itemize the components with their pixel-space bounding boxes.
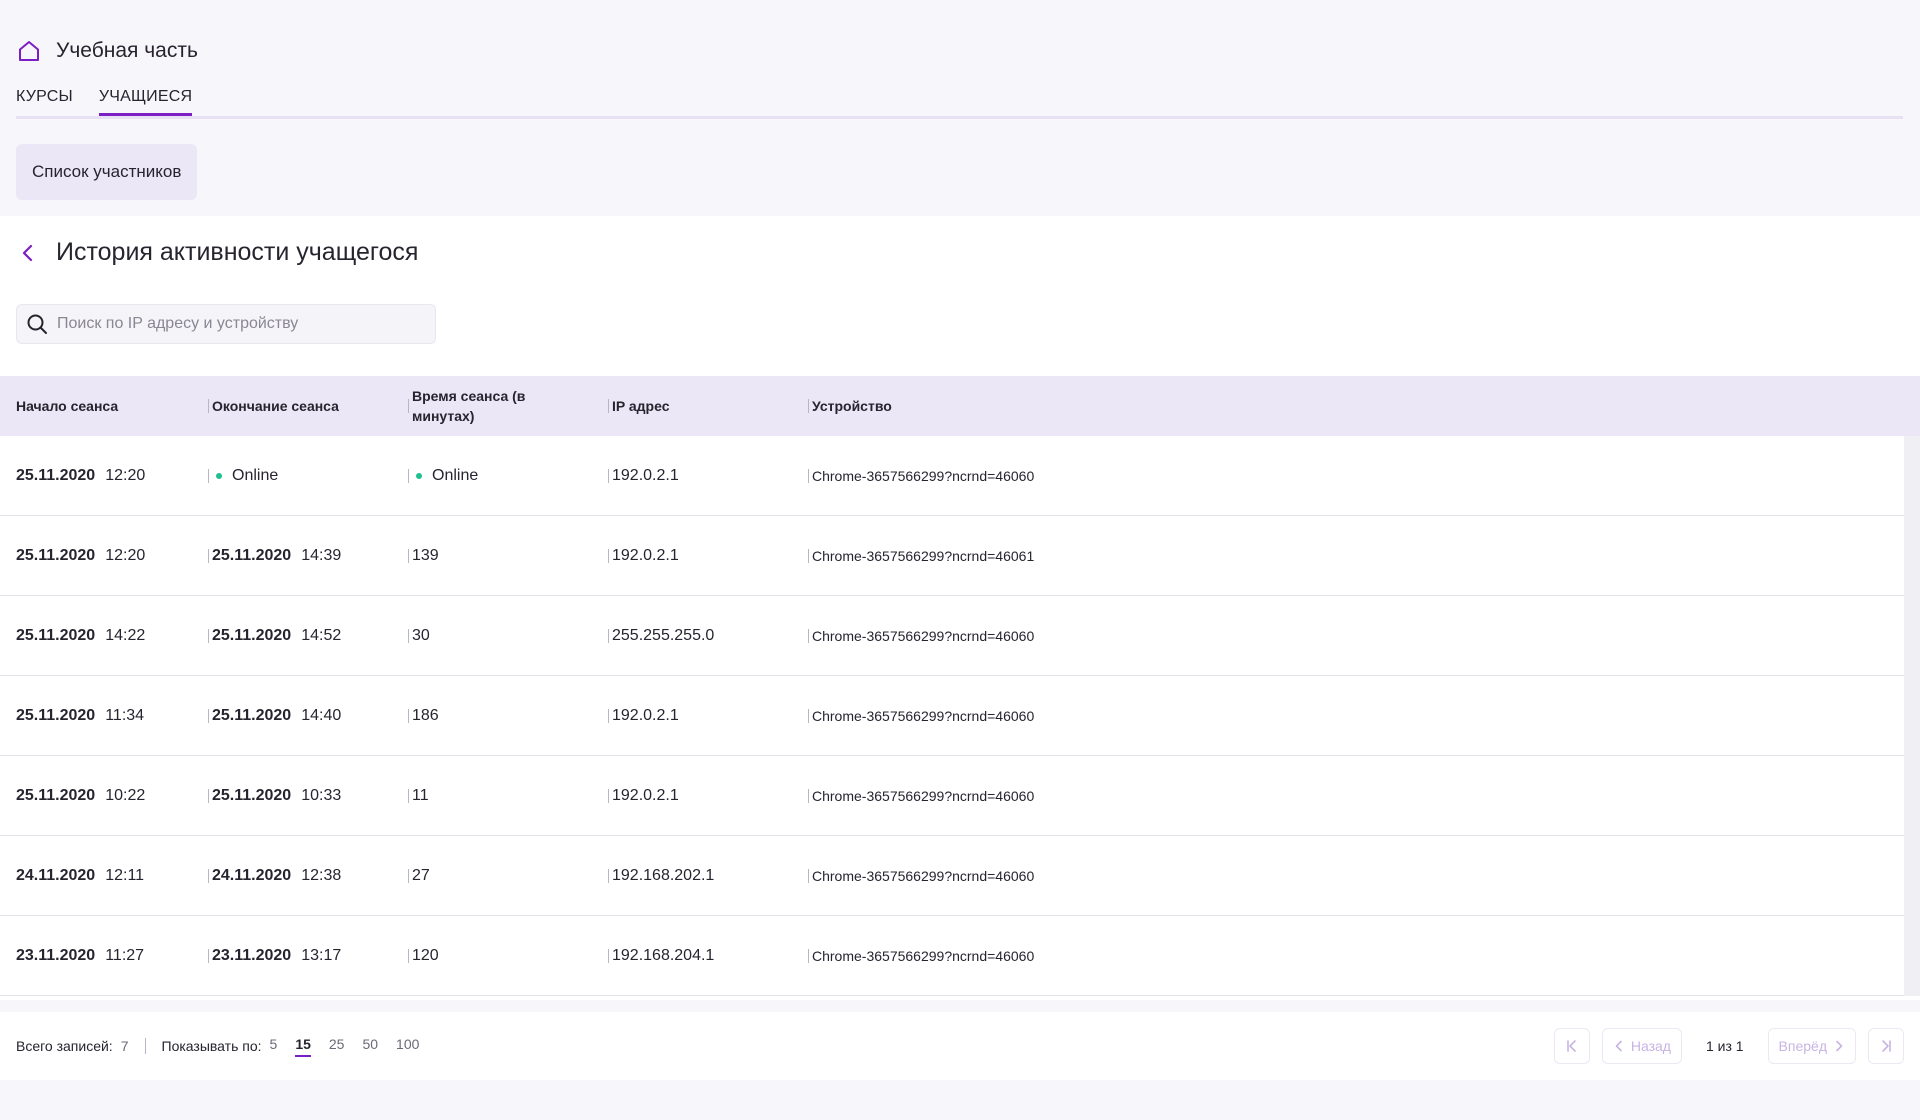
duration-cell: 120 — [400, 916, 600, 996]
table-row[interactable]: 25.11.2020 12:20 25.11.2020 14:39 139 192.… — [0, 516, 1904, 596]
column-header-duration[interactable]: Время сеанса (в минутах) — [400, 376, 600, 436]
table-row[interactable]: 25.11.2020 14:22 25.11.2020 14:52 30 255.2… — [0, 596, 1904, 676]
online-status-dot — [216, 472, 222, 479]
page-size-options: 5 15 25 50 100 — [270, 1036, 438, 1057]
pagination: Назад 1 из 1 Вперёд — [1542, 1012, 1904, 1080]
device-cell: Chrome-3657566299?ncrnd=46060 — [800, 836, 1904, 916]
start-cell: 25.11.2020 12:20 — [16, 546, 146, 564]
next-label: Вперёд — [1778, 1038, 1827, 1054]
end-cell: 25.11.2020 10:33 — [200, 756, 400, 836]
search-input[interactable] — [57, 315, 417, 333]
end-cell: 23.11.2020 13:17 — [200, 916, 400, 996]
duration-cell: 30 — [400, 596, 600, 676]
footer-summary: Всего записей: 7 Показывать по: 5 15 25 … — [16, 1012, 437, 1080]
ip-cell: 192.0.2.1 — [600, 756, 800, 836]
search-icon — [25, 312, 49, 336]
last-page-button[interactable] — [1868, 1028, 1904, 1064]
start-cell: 25.11.2020 10:22 — [16, 786, 146, 804]
top-section: Учебная часть КУРСЫ УЧАЩИЕСЯ Список учас… — [0, 0, 1920, 216]
duration-cell: 27 — [400, 836, 600, 916]
column-header-device[interactable]: Устройство — [800, 376, 1920, 436]
column-header-end[interactable]: Окончание сеанса — [200, 376, 400, 436]
prev-label: Назад — [1630, 1038, 1671, 1054]
start-cell: 23.11.2020 11:27 — [16, 946, 145, 964]
total-value: 7 — [120, 1038, 129, 1054]
device-cell: Chrome-3657566299?ncrnd=46060 — [800, 596, 1904, 676]
table-header: Начало сеанса Окончание сеанса Время сеа… — [0, 376, 1920, 436]
duration-cell: 139 — [400, 516, 600, 596]
page-header: История активности учащегося — [16, 238, 418, 267]
device-cell: Chrome-3657566299?ncrnd=46060 — [800, 436, 1904, 516]
page-size-option[interactable]: 25 — [329, 1036, 345, 1057]
page-size-option[interactable]: 50 — [362, 1036, 378, 1057]
device-cell: Chrome-3657566299?ncrnd=46061 — [800, 516, 1904, 596]
start-cell: 25.11.2020 14:22 — [16, 626, 146, 644]
table-scrollbar[interactable] — [1904, 436, 1920, 996]
end-cell: 25.11.2020 14:52 — [200, 596, 400, 676]
end-cell: Online — [200, 436, 400, 516]
tab-students[interactable]: УЧАЩИЕСЯ — [98, 88, 193, 116]
footer-divider — [144, 1038, 146, 1054]
search-box — [16, 304, 436, 344]
column-header-ip[interactable]: IP адрес — [600, 376, 800, 436]
page-size-option[interactable]: 100 — [396, 1036, 419, 1057]
column-header-start[interactable]: Начало сеанса — [0, 376, 200, 436]
ip-cell: 192.168.204.1 — [600, 916, 800, 996]
tabs-divider — [16, 116, 1903, 119]
first-page-icon — [1567, 1040, 1576, 1052]
last-page-icon — [1882, 1040, 1891, 1052]
home-icon[interactable] — [16, 38, 42, 64]
table-row[interactable]: 25.11.2020 11:34 25.11.2020 14:40 186 192.… — [0, 676, 1904, 756]
page-size-option[interactable]: 5 — [270, 1036, 278, 1057]
app-header: Учебная часть — [16, 38, 198, 64]
app-title: Учебная часть — [56, 39, 198, 62]
duration-cell: 11 — [400, 756, 600, 836]
device-cell: Chrome-3657566299?ncrnd=46060 — [800, 676, 1904, 756]
start-cell: 25.11.2020 11:34 — [16, 706, 145, 724]
page-size-option[interactable]: 15 — [295, 1036, 311, 1057]
table-body: 25.11.2020 12:20 Online Online 192.0.2.1 … — [0, 436, 1920, 996]
ip-cell: 192.168.202.1 — [600, 836, 800, 916]
ip-cell: 192.0.2.1 — [600, 676, 800, 756]
device-cell: Chrome-3657566299?ncrnd=46060 — [800, 916, 1904, 996]
end-cell: 25.11.2020 14:39 — [200, 516, 400, 596]
ip-cell: 192.0.2.1 — [600, 436, 800, 516]
table-row[interactable]: 24.11.2020 12:11 24.11.2020 12:38 27 192.1… — [0, 836, 1904, 916]
tab-bar: КУРСЫ УЧАЩИЕСЯ — [16, 88, 218, 116]
prev-page-button[interactable]: Назад — [1601, 1028, 1682, 1064]
total-label: Всего записей: — [16, 1038, 113, 1054]
table-row[interactable]: 25.11.2020 10:22 25.11.2020 10:33 11 192.0… — [0, 756, 1904, 836]
duration-cell: Online — [400, 436, 600, 516]
start-cell: 25.11.2020 12:20 — [16, 466, 146, 484]
device-cell: Chrome-3657566299?ncrnd=46060 — [800, 756, 1904, 836]
chevron-left-icon — [1615, 1040, 1622, 1052]
main-panel: История активности учащегося Начало сеан… — [0, 216, 1920, 1000]
page-info: 1 из 1 — [1705, 1038, 1744, 1054]
chevron-left-icon[interactable] — [16, 241, 40, 265]
end-cell: 25.11.2020 14:40 — [200, 676, 400, 756]
page-title: История активности учащегося — [56, 238, 419, 266]
ip-cell: 192.0.2.1 — [600, 516, 800, 596]
ip-cell: 255.255.255.0 — [600, 596, 800, 676]
table-row[interactable]: 25.11.2020 12:20 Online Online 192.0.2.1 … — [0, 436, 1904, 516]
table-row[interactable]: 23.11.2020 11:27 23.11.2020 13:17 120 192.… — [0, 916, 1904, 996]
tab-courses[interactable]: КУРСЫ — [16, 88, 73, 116]
chevron-right-icon — [1836, 1040, 1843, 1052]
first-page-button[interactable] — [1553, 1028, 1590, 1064]
participants-list-button[interactable]: Список участников — [16, 144, 198, 200]
activity-table: Начало сеанса Окончание сеанса Время сеа… — [0, 376, 1920, 996]
end-cell: 24.11.2020 12:38 — [200, 836, 400, 916]
next-page-button[interactable]: Вперёд — [1767, 1028, 1856, 1064]
page-size-label: Показывать по: — [161, 1038, 262, 1054]
table-footer: Всего записей: 7 Показывать по: 5 15 25 … — [0, 1012, 1920, 1080]
duration-cell: 186 — [400, 676, 600, 756]
start-cell: 24.11.2020 12:11 — [16, 866, 145, 884]
online-status-dot — [416, 472, 422, 479]
